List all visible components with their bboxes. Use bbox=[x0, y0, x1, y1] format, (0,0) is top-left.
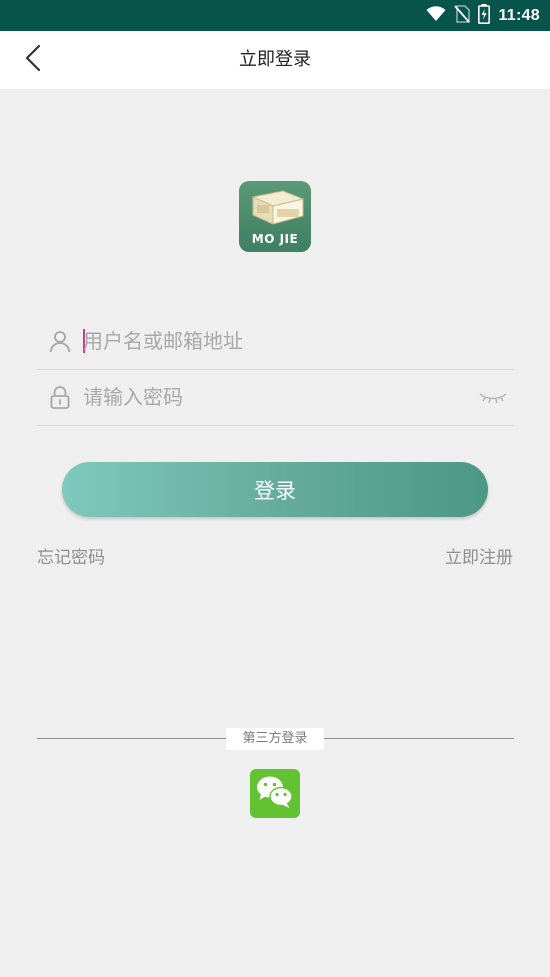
status-icons: 11:48 bbox=[426, 0, 540, 31]
page-title: 立即登录 bbox=[239, 49, 311, 70]
wechat-icon bbox=[255, 774, 295, 814]
status-bar: 11:48 bbox=[0, 0, 550, 31]
status-time: 11:48 bbox=[498, 6, 540, 24]
login-button[interactable]: 登录 bbox=[62, 462, 488, 517]
username-field bbox=[37, 313, 514, 370]
password-field bbox=[37, 369, 514, 426]
password-input[interactable] bbox=[83, 377, 463, 417]
username-input[interactable] bbox=[83, 321, 463, 361]
logo-text: MO JIE bbox=[251, 232, 299, 246]
wechat-login-button[interactable] bbox=[250, 769, 300, 818]
register-link[interactable]: 立即注册 bbox=[445, 543, 513, 568]
battery-charging-icon bbox=[478, 3, 491, 28]
title-bar: 立即登录 bbox=[0, 31, 550, 89]
wifi-icon bbox=[426, 5, 446, 26]
lock-icon bbox=[48, 385, 72, 409]
no-sim-icon bbox=[454, 4, 471, 27]
building-model-icon bbox=[251, 190, 305, 225]
forgot-password-link[interactable]: 忘记密码 bbox=[37, 543, 105, 568]
user-icon bbox=[48, 329, 72, 353]
eye-closed-icon[interactable] bbox=[478, 385, 508, 409]
app-logo: MO JIE bbox=[239, 181, 311, 252]
third-party-login-label: 第三方登录 bbox=[226, 728, 324, 750]
